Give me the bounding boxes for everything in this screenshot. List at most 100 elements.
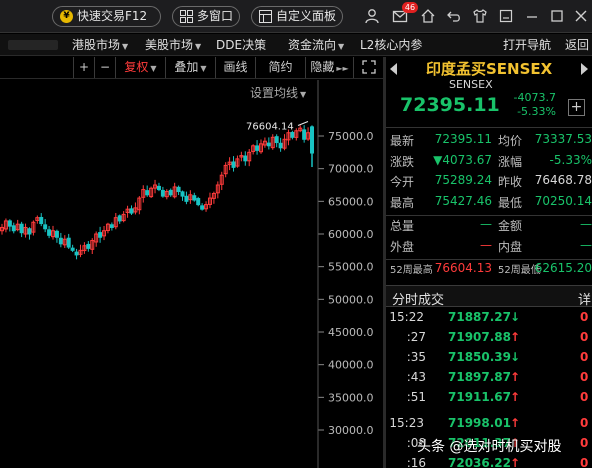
watermark: 头条 @选对时机买对股	[417, 439, 562, 455]
add-watchlist-button[interactable]: +	[568, 99, 585, 116]
custom-panel-label: 自定义面板	[276, 9, 337, 23]
quote-value: 75289.24	[434, 173, 492, 187]
nav-us-market[interactable]: 美股市场 ▼	[145, 34, 201, 58]
candle-body	[266, 142, 271, 147]
double-chevron-right-icon: ►►	[336, 64, 349, 73]
quote-header: 印度孟买SENSEX SENSEX 72395.11 -4073.7 -5.33…	[386, 57, 592, 127]
draw-line-button[interactable]: 画线	[215, 57, 255, 78]
multi-window-button[interactable]: 多窗口	[172, 6, 240, 27]
y-axis-label: 65000.0	[328, 195, 374, 208]
y-axis-label: 45000.0	[328, 326, 374, 339]
candle-body	[145, 190, 150, 196]
zoom-out-button[interactable]: −	[94, 57, 115, 78]
back-icon[interactable]	[446, 8, 462, 24]
candle-body	[176, 186, 181, 193]
candle-body	[7, 220, 12, 227]
index-price: 72395.11	[400, 94, 500, 116]
shirt-icon[interactable]	[472, 8, 488, 24]
tick-time: 15:23	[389, 416, 424, 430]
candle-body	[129, 208, 134, 214]
market-nav-bar: 港股市场 ▼ 美股市场 ▼ DDE决策 资金流向 ▼ L2核心内参 打开导航 返回	[0, 34, 592, 56]
quick-trade-button[interactable]: ¥ 快速交易F12	[52, 6, 161, 27]
arrow-up-icon: ↑	[510, 330, 521, 344]
minimize-window-icon[interactable]	[498, 8, 514, 24]
candle-body	[39, 216, 44, 225]
quote-label: 外盘	[390, 239, 415, 254]
nav-open-navigation[interactable]: 打开导航	[503, 34, 551, 56]
quote-label: 总量	[390, 219, 415, 233]
tick-time: :51	[406, 390, 426, 404]
caret-down-icon: ▼	[150, 64, 157, 73]
quote-value: —	[580, 217, 592, 231]
y-axis-label: 75000.0	[328, 130, 374, 143]
y-axis-label: 55000.0	[328, 261, 374, 274]
close-icon[interactable]	[573, 8, 589, 24]
caret-down-icon: ▼	[338, 42, 345, 51]
next-arrow-icon[interactable]	[581, 63, 588, 75]
tick-list-header: 分时成交 详	[386, 285, 592, 308]
tick-price: 71897.87	[448, 370, 512, 384]
candle-body	[231, 161, 236, 168]
tick-time: :43	[406, 370, 426, 384]
y-axis-label: 70000.0	[328, 163, 374, 176]
minimize-icon[interactable]	[524, 8, 540, 24]
candle-body	[19, 223, 24, 234]
change-value: -4073.7	[513, 91, 556, 104]
candle-body	[160, 189, 165, 197]
zoom-in-button[interactable]: +	[73, 57, 94, 78]
panel-icon	[259, 10, 272, 23]
tick-price: 71998.01	[448, 416, 512, 430]
candle-body	[43, 224, 48, 230]
quote-value: —	[580, 237, 592, 252]
candle-body	[168, 189, 173, 196]
tick-volume: 0	[580, 350, 589, 364]
maximize-icon[interactable]	[549, 8, 565, 24]
arrow-up-icon: ↑	[510, 370, 521, 384]
nav-back[interactable]: 返回	[565, 34, 589, 56]
simple-mode-button[interactable]: 简约	[255, 57, 305, 78]
divider	[386, 259, 592, 260]
arrow-up-icon: ↑	[510, 390, 521, 404]
arrow-down-icon: ↓	[510, 350, 521, 364]
quote-value: 70250.14	[534, 193, 592, 208]
candlestick-chart[interactable]: 75000.0 70000.0 65000.0 60000.0 55000.0 50000…	[0, 80, 383, 468]
candle-body	[180, 191, 185, 197]
index-change: -4073.7 -5.33%	[504, 91, 556, 119]
nav-hk-market[interactable]: 港股市场 ▼	[72, 34, 128, 58]
previous-arrow-icon[interactable]	[390, 63, 397, 75]
caret-down-icon: ▼	[195, 42, 202, 51]
quote-label: 今开	[390, 175, 415, 189]
caret-down-icon: ▼	[122, 42, 129, 51]
tick-volume: 0	[580, 390, 589, 404]
candle-body	[302, 129, 307, 140]
candle-body	[54, 230, 59, 238]
candle-body	[196, 198, 201, 206]
hide-button[interactable]: 隐藏 ►►	[305, 57, 353, 78]
fullscreen-button[interactable]	[353, 57, 383, 78]
tick-detail-button[interactable]: 详	[578, 289, 591, 308]
custom-panel-button[interactable]: 自定义面板	[251, 6, 343, 27]
home-icon[interactable]	[420, 8, 436, 24]
quote-label: 最高	[390, 195, 415, 210]
candle-body	[192, 195, 197, 201]
candle-body	[11, 225, 16, 232]
nav-dde[interactable]: DDE决策	[216, 34, 266, 56]
index-name: 印度孟买SENSEX	[426, 60, 553, 78]
user-icon[interactable]	[364, 8, 380, 24]
overlay-button[interactable]: 叠加 ▼	[165, 57, 215, 78]
candle-body	[109, 224, 114, 228]
notification-badge: 46	[402, 2, 418, 13]
chart-toolbar: + − 复权 ▼ 叠加 ▼ 画线 简约 隐藏 ►►	[0, 57, 383, 79]
candle-body	[200, 205, 205, 210]
nav-l2-insider[interactable]: L2核心内参	[360, 34, 422, 56]
tick-time: 15:22	[389, 310, 424, 324]
quote-value: 76604.13	[434, 261, 492, 275]
index-code: SENSEX	[449, 78, 493, 91]
quote-label: 涨跌	[390, 154, 415, 169]
caret-down-icon: ▼	[200, 64, 207, 73]
tick-volume: 0	[580, 330, 589, 344]
nav-capital-flow[interactable]: 资金流向 ▼	[288, 34, 344, 58]
adjust-price-button[interactable]: 复权 ▼	[115, 57, 165, 78]
quote-label: 最新	[390, 134, 415, 148]
candle-body	[74, 251, 79, 256]
